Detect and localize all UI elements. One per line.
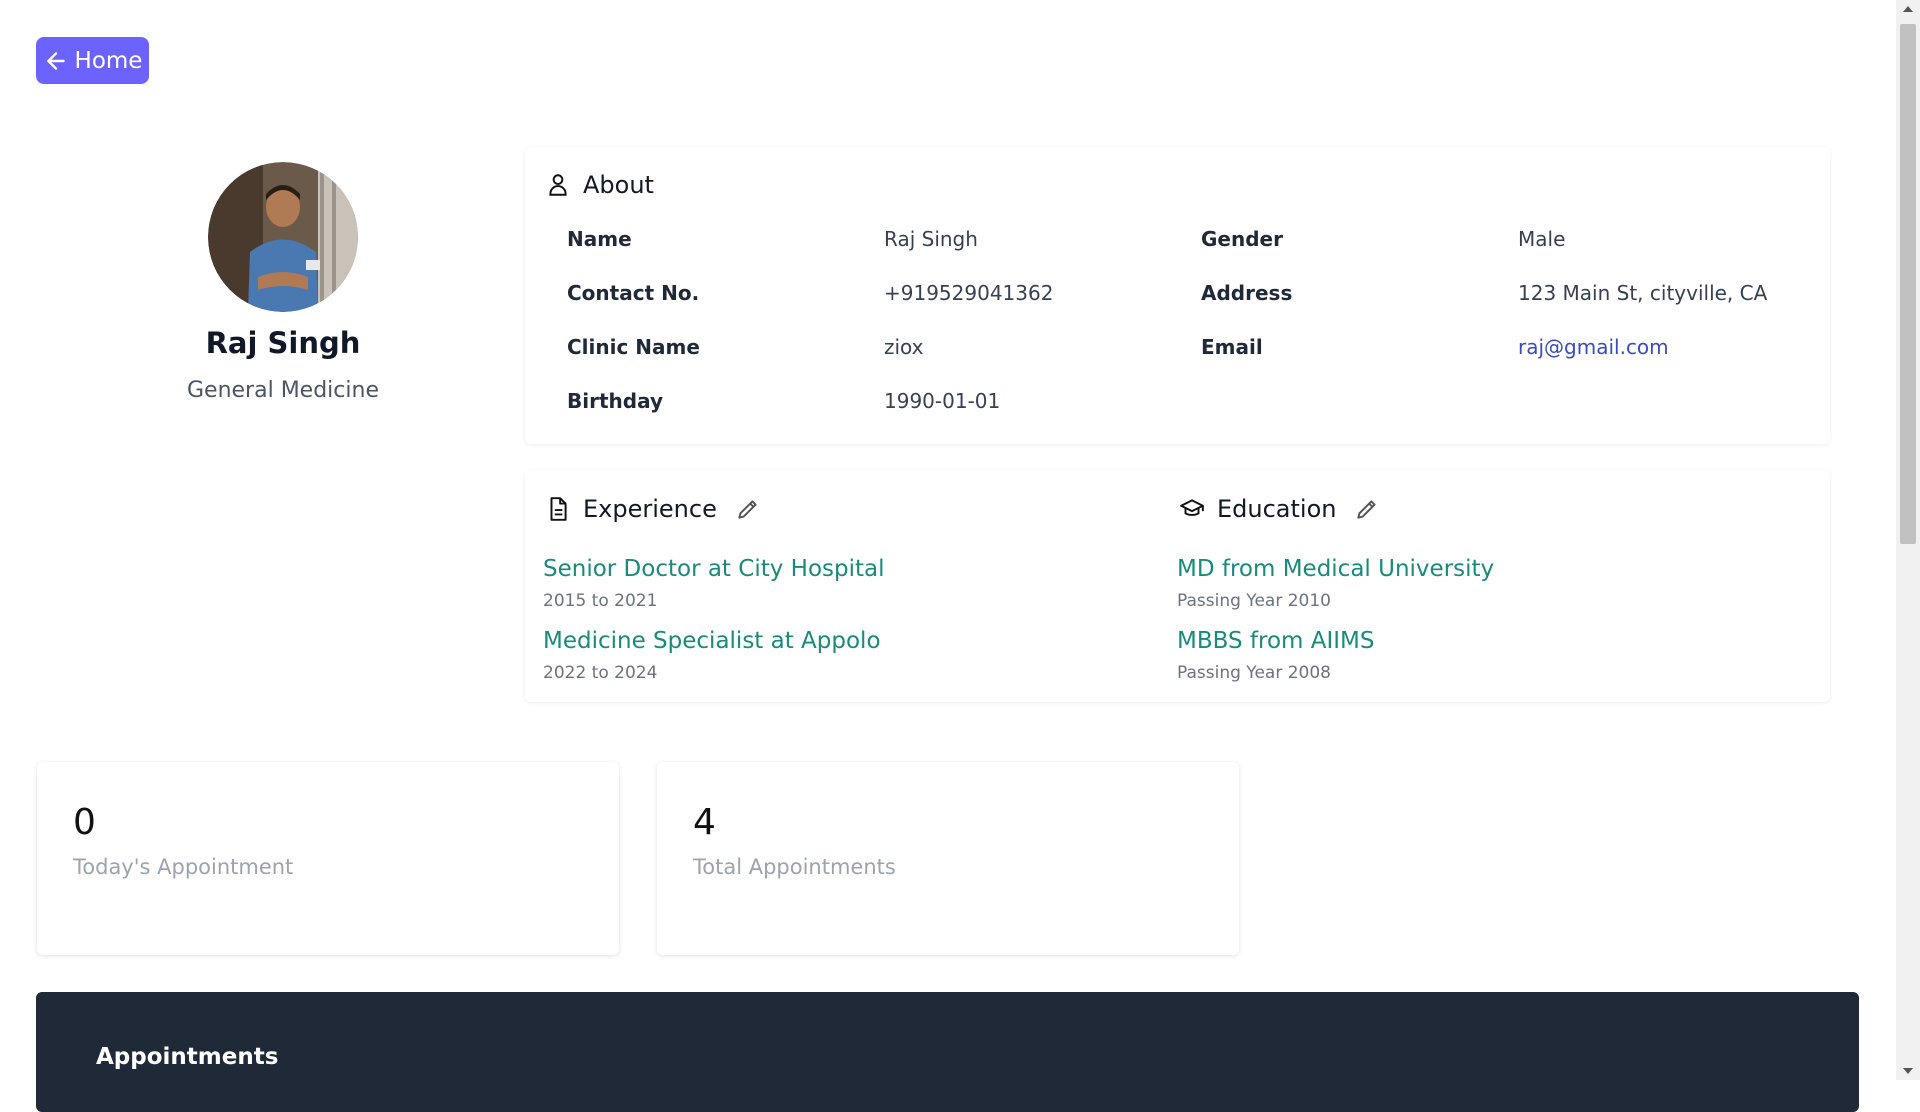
edit-education-icon[interactable] — [1354, 496, 1380, 522]
education-item-1-year: Passing Year 2010 — [1177, 591, 1331, 611]
education-title: Education — [1217, 495, 1337, 523]
education-header: Education — [1179, 495, 1380, 523]
avatar — [208, 162, 358, 312]
about-label-email: Email — [1201, 335, 1263, 359]
education-item-2-title[interactable]: MBBS from AIIMS — [1177, 628, 1375, 654]
total-appointments-count: 4 — [693, 802, 716, 843]
home-button[interactable]: Home — [36, 37, 149, 84]
about-card: About Name Raj Singh Gender Male Contact… — [525, 147, 1830, 444]
about-title: About — [583, 171, 654, 199]
appointments-panel: Appointments — [36, 992, 1859, 1112]
appointments-title: Appointments — [96, 1044, 279, 1070]
profile-specialty: General Medicine — [187, 378, 379, 403]
edit-experience-icon[interactable] — [735, 496, 761, 522]
scroll-up-arrow-icon[interactable] — [1903, 6, 1913, 12]
about-label-clinic: Clinic Name — [567, 335, 700, 359]
about-label-name: Name — [567, 227, 632, 251]
about-value-gender: Male — [1518, 227, 1566, 251]
todays-appointment-count: 0 — [73, 802, 96, 843]
about-value-email[interactable]: raj@gmail.com — [1518, 335, 1669, 359]
about-label-contact: Contact No. — [567, 281, 700, 305]
about-label-birthday: Birthday — [567, 389, 663, 413]
experience-item-1-title[interactable]: Senior Doctor at City Hospital — [543, 556, 885, 582]
experience-item-2-title[interactable]: Medicine Specialist at Appolo — [543, 628, 881, 654]
about-value-contact: +919529041362 — [884, 281, 1054, 305]
todays-appointment-label: Today's Appointment — [73, 855, 294, 879]
scrollbar-thumb[interactable] — [1900, 24, 1916, 544]
todays-appointment-card: 0 Today's Appointment — [37, 762, 619, 955]
education-item-1-title[interactable]: MD from Medical University — [1177, 556, 1494, 582]
about-label-gender: Gender — [1201, 227, 1283, 251]
experience-item-1-dates: 2015 to 2021 — [543, 591, 658, 611]
about-value-clinic: ziox — [884, 335, 924, 359]
about-label-address: Address — [1201, 281, 1293, 305]
user-icon — [549, 174, 567, 196]
total-appointments-label: Total Appointments — [693, 855, 896, 879]
experience-title: Experience — [583, 495, 717, 523]
document-icon — [550, 497, 567, 521]
scroll-down-arrow-icon[interactable] — [1903, 1068, 1913, 1074]
about-value-address: 123 Main St, cityville, CA — [1518, 281, 1768, 305]
graduation-cap-icon — [1180, 499, 1204, 516]
page-scrollbar[interactable] — [1896, 0, 1920, 1080]
education-item-2-year: Passing Year 2008 — [1177, 663, 1331, 683]
arrow-left-icon — [46, 51, 65, 70]
experience-education-card: Experience Senior Doctor at City Hospita… — [525, 470, 1830, 702]
home-button-label: Home — [74, 47, 143, 74]
about-value-birthday: 1990-01-01 — [884, 389, 1001, 413]
about-header: About — [545, 171, 654, 199]
about-value-name: Raj Singh — [884, 227, 978, 251]
experience-item-2-dates: 2022 to 2024 — [543, 663, 658, 683]
experience-header: Experience — [545, 495, 761, 523]
profile-name: Raj Singh — [205, 326, 361, 360]
total-appointments-card: 4 Total Appointments — [657, 762, 1239, 955]
